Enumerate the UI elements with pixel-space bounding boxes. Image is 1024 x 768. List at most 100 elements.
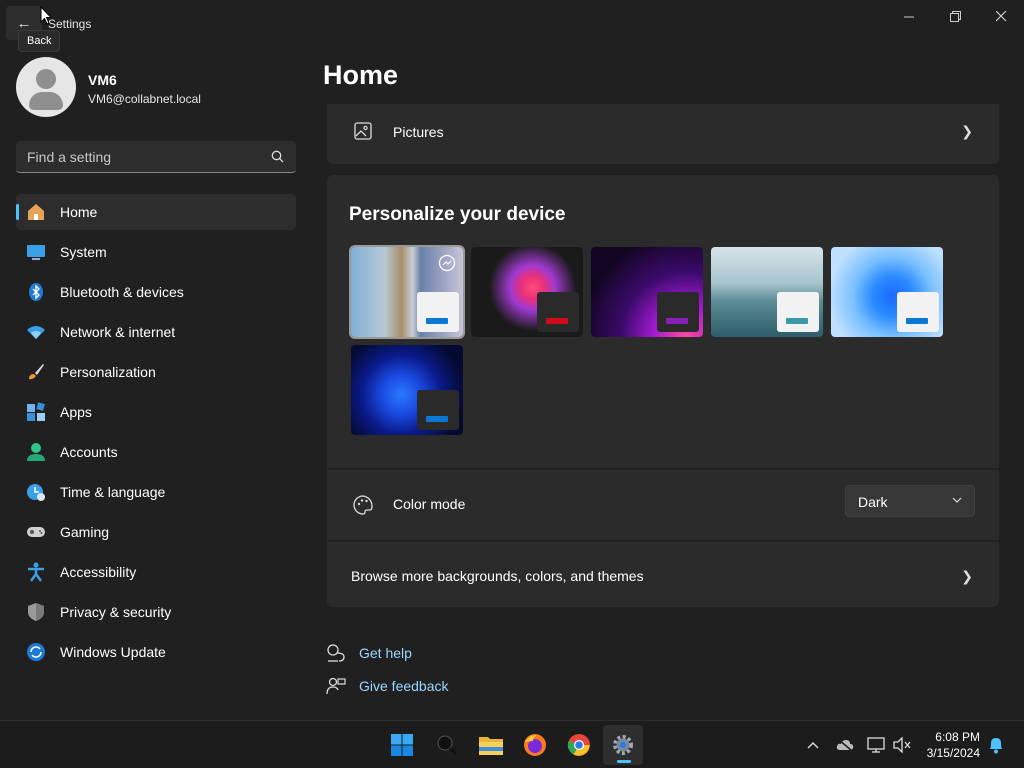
give-feedback-label: Give feedback (359, 678, 449, 694)
chrome-button[interactable] (559, 725, 599, 765)
avatar[interactable] (16, 57, 76, 117)
settings-icon (613, 735, 633, 755)
section-title: Personalize your device (349, 204, 566, 225)
mouse-cursor-icon (40, 6, 52, 25)
sidebar-item-label: Accessibility (60, 564, 137, 580)
sidebar-item-accounts[interactable]: Accounts (16, 434, 296, 470)
theme-thumbnail-flow[interactable] (711, 247, 823, 337)
file-explorer-icon (479, 737, 503, 755)
user-email: VM6@collabnet.local (88, 92, 201, 106)
firefox-icon (524, 734, 546, 756)
chrome-icon (567, 734, 590, 756)
theme-preview-window (537, 292, 579, 332)
get-help-link[interactable]: Get help (326, 643, 412, 663)
apps-icon (26, 402, 46, 422)
restore-button[interactable] (932, 4, 978, 28)
theme-thumbnail-glow[interactable] (471, 247, 583, 337)
sidebar-item-system[interactable]: System (16, 234, 296, 270)
sidebar-item-time-language[interactable]: Time & language (16, 474, 296, 510)
theme-thumbnail-photos[interactable] (349, 245, 465, 339)
accessibility-icon (26, 562, 46, 582)
sidebar-item-gaming[interactable]: Gaming (16, 514, 296, 550)
sidebar-item-label: Windows Update (60, 644, 166, 660)
clock-date[interactable]: 3/15/2024 (927, 746, 980, 760)
accounts-icon (26, 442, 46, 462)
theme-thumbnail-captured-motion[interactable] (591, 247, 703, 337)
give-feedback-link[interactable]: Give feedback (326, 676, 449, 696)
theme-accent-bar (906, 318, 928, 324)
feedback-icon (326, 676, 346, 696)
color-mode-dropdown[interactable]: Dark (845, 485, 975, 517)
arrow-left-icon: ← (16, 14, 32, 32)
sidebar-nav: Home System Bluetooth & devices Network … (16, 194, 296, 674)
show-hidden-icons-button[interactable] (803, 735, 823, 755)
taskbar: 6:08 PM 3/15/2024 (0, 720, 1024, 768)
sidebar-item-home[interactable]: Home (16, 194, 296, 230)
gamepad-icon (26, 522, 46, 542)
chevron-up-icon (807, 742, 819, 749)
start-button[interactable] (382, 725, 422, 765)
sidebar-item-label: Personalization (60, 364, 156, 380)
minimize-icon (903, 16, 914, 17)
shield-icon (26, 602, 46, 622)
volume-muted-icon (893, 737, 911, 753)
file-explorer-button[interactable] (471, 725, 511, 765)
theme-preview-window (417, 292, 459, 332)
sidebar-item-bluetooth[interactable]: Bluetooth & devices (16, 274, 296, 310)
search-icon (437, 735, 458, 756)
sidebar-item-network[interactable]: Network & internet (16, 314, 296, 350)
sidebar-item-privacy-security[interactable]: Privacy & security (16, 594, 296, 630)
browse-label: Browse more backgrounds, colors, and the… (351, 568, 644, 584)
settings-app-button[interactable] (603, 725, 643, 765)
sidebar-item-accessibility[interactable]: Accessibility (16, 554, 296, 590)
clock-time[interactable]: 6:08 PM (935, 730, 980, 744)
theme-thumbnail-windows-dark[interactable] (351, 345, 463, 435)
palette-icon (353, 495, 373, 515)
network-tray-button[interactable] (866, 735, 886, 755)
search-box[interactable] (16, 141, 296, 173)
chevron-right-icon: ❯ (961, 568, 973, 584)
theme-accent-bar (786, 318, 808, 324)
app-title: Settings (48, 17, 92, 31)
theme-accent-bar (666, 318, 688, 324)
user-name: VM6 (88, 72, 117, 88)
sidebar-item-label: System (60, 244, 107, 260)
pictures-icon (354, 122, 372, 140)
close-button[interactable] (978, 4, 1024, 28)
color-mode-row: Color mode Dark (327, 470, 999, 540)
close-icon (995, 10, 1006, 21)
get-help-label: Get help (359, 645, 412, 661)
pictures-label: Pictures (393, 124, 444, 140)
taskbar-search-button[interactable] (427, 725, 467, 765)
avatar-body (29, 92, 63, 110)
minimize-button[interactable] (886, 4, 932, 28)
personalize-card: Personalize your device Color mode Dark … (327, 175, 999, 607)
sidebar-item-label: Time & language (60, 484, 166, 500)
volume-button[interactable] (892, 735, 912, 755)
sidebar-item-label: Accounts (60, 444, 118, 460)
theme-thumbnail-windows-light[interactable] (831, 247, 943, 337)
sidebar-item-windows-update[interactable]: Windows Update (16, 634, 296, 670)
bell-icon (990, 738, 1002, 754)
update-icon (26, 642, 46, 662)
sidebar-item-label: Privacy & security (60, 604, 172, 620)
theme-accent-bar (426, 318, 448, 324)
color-mode-label: Color mode (393, 496, 466, 512)
clock-icon (26, 482, 46, 502)
onedrive-button[interactable] (835, 735, 855, 755)
sidebar-item-personalization[interactable]: Personalization (16, 354, 296, 390)
pictures-row[interactable]: Pictures ❯ (327, 104, 999, 164)
page-title: Home (323, 60, 399, 90)
start-icon (391, 734, 413, 756)
chevron-down-icon (952, 497, 962, 503)
sidebar-item-apps[interactable]: Apps (16, 394, 296, 430)
chevron-right-icon: ❯ (961, 123, 973, 139)
notifications-button[interactable] (986, 735, 1006, 755)
search-input[interactable] (16, 141, 256, 172)
firefox-button[interactable] (515, 725, 555, 765)
restore-icon (949, 10, 961, 22)
theme-preview-window (897, 292, 939, 332)
slideshow-icon (438, 254, 456, 272)
search-icon (271, 150, 284, 163)
browse-themes-row[interactable]: Browse more backgrounds, colors, and the… (327, 542, 999, 607)
